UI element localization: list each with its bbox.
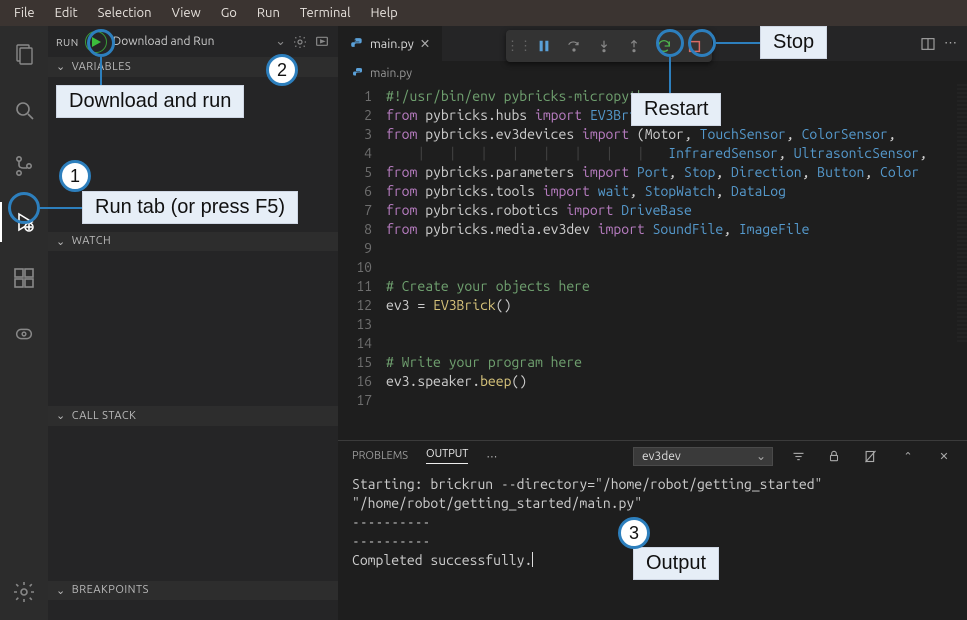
device-icon[interactable] [0, 314, 48, 354]
clear-output-icon[interactable] [863, 449, 881, 464]
panel-more-icon[interactable]: ⋯ [486, 450, 497, 463]
line-number-gutter: 1234567891011121314151617 [338, 85, 386, 440]
run-label: RUN [56, 36, 79, 48]
debug-console-icon[interactable] [314, 34, 330, 50]
callstack-section-body [48, 426, 338, 581]
panel-maximize-icon[interactable]: ⌃ [899, 450, 917, 463]
pause-button[interactable] [530, 33, 558, 59]
menu-file[interactable]: File [6, 3, 43, 23]
menu-bar: File Edit Selection View Go Run Terminal… [0, 0, 967, 26]
menu-go[interactable]: Go [213, 3, 245, 23]
python-file-icon [350, 37, 364, 51]
output-channel-dropdown[interactable]: ev3dev [633, 447, 773, 466]
source-control-icon[interactable] [0, 146, 48, 186]
panel-tab-output[interactable]: OUTPUT [426, 448, 468, 464]
section-label: WATCH [72, 235, 111, 247]
annotation-label-restart: Restart [631, 93, 721, 126]
panel-tab-problems[interactable]: PROBLEMS [352, 450, 408, 462]
annotation-badge-1: 1 [59, 160, 91, 192]
menu-view[interactable]: View [164, 3, 209, 23]
explorer-icon[interactable] [0, 34, 48, 74]
filter-icon[interactable] [791, 449, 809, 464]
callstack-section-header[interactable]: ⌄ CALL STACK [48, 406, 338, 426]
chevron-down-icon: ⌄ [56, 409, 66, 422]
section-label: BREAKPOINTS [72, 584, 149, 596]
watch-section-body [48, 251, 338, 406]
menu-edit[interactable]: Edit [47, 3, 86, 23]
step-into-button[interactable] [590, 33, 618, 59]
breadcrumb-file: main.py [370, 67, 412, 80]
code-editor[interactable]: 1234567891011121314151617 #!/usr/bin/env… [338, 85, 967, 440]
annotation-label-3: Output [633, 547, 719, 580]
activity-bar [0, 26, 48, 620]
python-file-icon [352, 67, 364, 79]
minimap[interactable] [957, 84, 967, 344]
menu-terminal[interactable]: Terminal [292, 3, 359, 23]
section-label: CALL STACK [72, 410, 137, 422]
menu-selection[interactable]: Selection [90, 3, 160, 23]
watch-section-header[interactable]: ⌄ WATCH [48, 232, 338, 252]
step-out-button[interactable] [620, 33, 648, 59]
step-over-button[interactable] [560, 33, 588, 59]
split-editor-icon[interactable] [920, 36, 936, 52]
menu-run[interactable]: Run [249, 3, 288, 23]
chevron-down-icon: ⌄ [56, 584, 66, 597]
chevron-down-icon[interactable]: ⌄ [275, 34, 286, 49]
lock-scroll-icon[interactable] [827, 449, 845, 463]
annotation-label-stop: Stop [760, 26, 827, 59]
chevron-down-icon: ⌄ [56, 235, 66, 248]
bottom-panel: PROBLEMS OUTPUT ⋯ ev3dev ⌃ ✕ Starting: b… [338, 440, 967, 620]
extensions-icon[interactable] [0, 258, 48, 298]
debug-settings-gear-icon[interactable] [292, 34, 308, 50]
menu-help[interactable]: Help [362, 3, 405, 23]
panel-close-icon[interactable]: ✕ [935, 450, 953, 463]
code-lines: #!/usr/bin/env pybricks-micropythonfrom … [386, 85, 927, 440]
output-body[interactable]: Starting: brickrun --directory="/home/ro… [338, 471, 967, 620]
breakpoints-section-header[interactable]: ⌄ BREAKPOINTS [48, 581, 338, 601]
annotation-label-1: Run tab (or press F5) [82, 191, 298, 224]
breadcrumb[interactable]: main.py [338, 61, 967, 85]
editor-tab-main-py[interactable]: main.py ✕ [338, 26, 442, 61]
tab-filename: main.py [370, 37, 414, 51]
chevron-down-icon: ⌄ [56, 60, 66, 73]
settings-gear-icon[interactable] [0, 572, 48, 612]
annotation-badge-3: 3 [618, 517, 650, 549]
debug-config-name[interactable]: Download and Run [113, 35, 269, 48]
more-actions-icon[interactable]: ⋯ [944, 36, 957, 51]
output-text: Starting: brickrun --directory="/home/ro… [352, 476, 830, 568]
search-icon[interactable] [0, 90, 48, 130]
annotation-label-2: Download and run [56, 85, 244, 118]
drag-handle-icon[interactable]: ⋮⋮ [510, 33, 528, 59]
close-tab-icon[interactable]: ✕ [420, 36, 430, 51]
annotation-badge-2: 2 [266, 54, 298, 86]
breakpoints-section-body [48, 600, 338, 620]
